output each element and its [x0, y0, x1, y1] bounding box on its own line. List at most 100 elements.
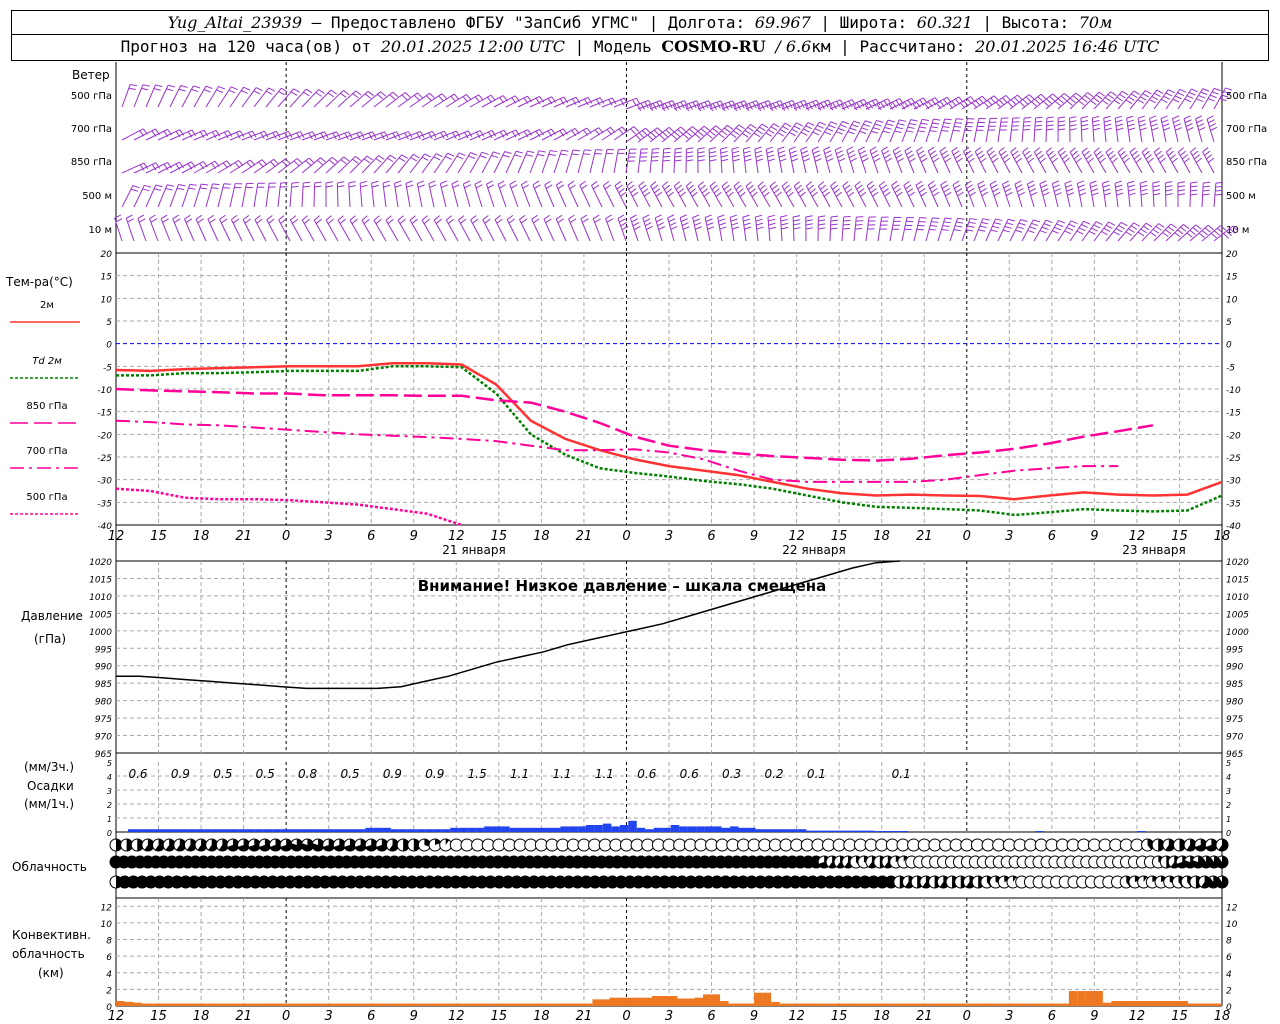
wind-barb-flag: [968, 157, 975, 163]
wind-barb-flag: [355, 90, 362, 96]
wind-barb-flag: [1190, 193, 1198, 196]
wind-barb-flag: [709, 181, 716, 187]
wind-barb-flag: [1177, 92, 1185, 97]
wind-barb-flag: [314, 185, 322, 188]
wind-barb-flag: [382, 180, 390, 184]
wind-barb-flag: [812, 131, 820, 136]
pressure-ytick: 995: [95, 645, 112, 655]
wind-barb-flag: [1043, 223, 1051, 227]
wind-barb-flag: [1140, 188, 1148, 192]
wind-barb-flag: [651, 160, 659, 162]
wind-barb-flag: [768, 222, 776, 226]
wind-barb-flag: [1200, 91, 1208, 96]
x-tick-label: 6: [367, 529, 375, 544]
wind-barb-flag: [621, 225, 629, 231]
wind-barb-flag: [527, 150, 535, 154]
wind-barb-flag: [826, 158, 834, 162]
wind-barb-flag: [545, 184, 553, 190]
wind-barb-flag: [1137, 115, 1145, 119]
wind-barb-flag: [931, 221, 939, 223]
wind-barb-flag: [371, 180, 379, 184]
wind-barb-flag: [1177, 189, 1185, 192]
wind-barb-flag: [619, 218, 626, 223]
precip-bar: [730, 826, 739, 832]
wind-barb-flag: [658, 225, 666, 230]
wind-barb-flag: [1149, 99, 1156, 104]
wind-barb-flag: [1183, 157, 1190, 163]
wind-barb-flag: [894, 150, 901, 155]
wind-barb-flag: [1183, 115, 1191, 120]
wind-barb-flag: [992, 157, 999, 163]
wind-barb-flag: [819, 121, 826, 126]
precip-bar: [501, 826, 510, 832]
wind-barb-flag: [687, 184, 694, 190]
wind-barb-flag: [720, 154, 728, 158]
conv-bar: [617, 997, 627, 1006]
wind-barb-flag: [1143, 225, 1150, 231]
conv-bar: [209, 1003, 219, 1006]
wind-barb-flag: [1204, 150, 1211, 156]
wind-barb-flag: [908, 191, 915, 197]
wind-barb-flag: [793, 219, 801, 222]
wind-barb-flag: [1173, 119, 1181, 123]
pressure-ytick-right: 1000: [1226, 628, 1249, 638]
wind-barb-flag: [278, 91, 285, 96]
wind-barb-flag: [882, 150, 890, 155]
wind-barb-flag: [842, 227, 850, 230]
wind-barb-flag: [735, 184, 742, 191]
temp-ytick: -15: [97, 409, 112, 419]
wind-barb-flag: [1151, 95, 1159, 101]
conv-ytick-right: 2: [1226, 986, 1232, 996]
precip-bar: [857, 830, 866, 832]
wind-barb-flag: [632, 191, 639, 197]
precip-bar: [763, 829, 773, 832]
wind-barb-flag: [765, 132, 773, 137]
wind-barb-flag: [848, 154, 856, 159]
wind-barb-flag: [1091, 227, 1098, 232]
wind-barb-flag: [797, 188, 804, 194]
wind-barb-flag: [954, 154, 962, 159]
wind-barb-flag: [896, 126, 904, 130]
temp-ytick-right: 20: [1226, 250, 1238, 260]
conv-bar: [218, 1003, 227, 1006]
wind-barb-flag: [820, 184, 827, 190]
wind-barb-flag: [1141, 147, 1148, 153]
wind-barb-flag: [1075, 157, 1082, 163]
wind-barb-flag: [1049, 95, 1056, 102]
wind-barb-flag: [180, 85, 188, 89]
wind-barb-flag: [781, 226, 789, 230]
wind-barb-flag: [645, 127, 651, 134]
wind-barb-flag: [387, 157, 394, 163]
wind-barb-flag: [339, 218, 346, 225]
precip-bar: [187, 829, 196, 832]
wind-barb-flag: [1121, 154, 1128, 160]
x-tick-label: 15: [1171, 529, 1188, 544]
wind-barb-flag: [561, 149, 569, 152]
wind-barb-flag: [921, 118, 929, 122]
wind-barb-flag: [654, 214, 662, 219]
precip-3h-sum: 0.1: [892, 767, 911, 781]
temp-ytick-right: -10: [1226, 386, 1241, 396]
wind-barb-flag: [990, 229, 998, 233]
wind-barb-flag: [795, 184, 802, 190]
wind-level-label: 700 гПа: [71, 124, 112, 135]
conv-bar: [1128, 1001, 1137, 1006]
conv-bar: [890, 1003, 899, 1006]
wind-barb-flag: [1030, 191, 1038, 196]
wind-barb-flag: [1196, 98, 1204, 102]
wind-barb-flag: [651, 152, 659, 154]
wind-barb-flag: [1027, 229, 1035, 234]
wind-barb-flag: [1095, 150, 1102, 157]
conv-bar: [643, 997, 652, 1006]
wind-barb-flag: [1027, 180, 1034, 185]
wind-barb-flag: [735, 127, 743, 133]
wind-barb-flag: [1137, 231, 1145, 237]
wind-barb-flag: [732, 130, 740, 135]
date-label: 21 января: [442, 543, 505, 557]
precip-bar: [662, 827, 671, 832]
wind-barb-flag: [982, 218, 990, 221]
wind-barb-flag: [686, 147, 694, 150]
wind-barb-flag: [1190, 181, 1198, 184]
wind-barb-flag: [884, 191, 891, 197]
conv-bar: [915, 1003, 925, 1006]
